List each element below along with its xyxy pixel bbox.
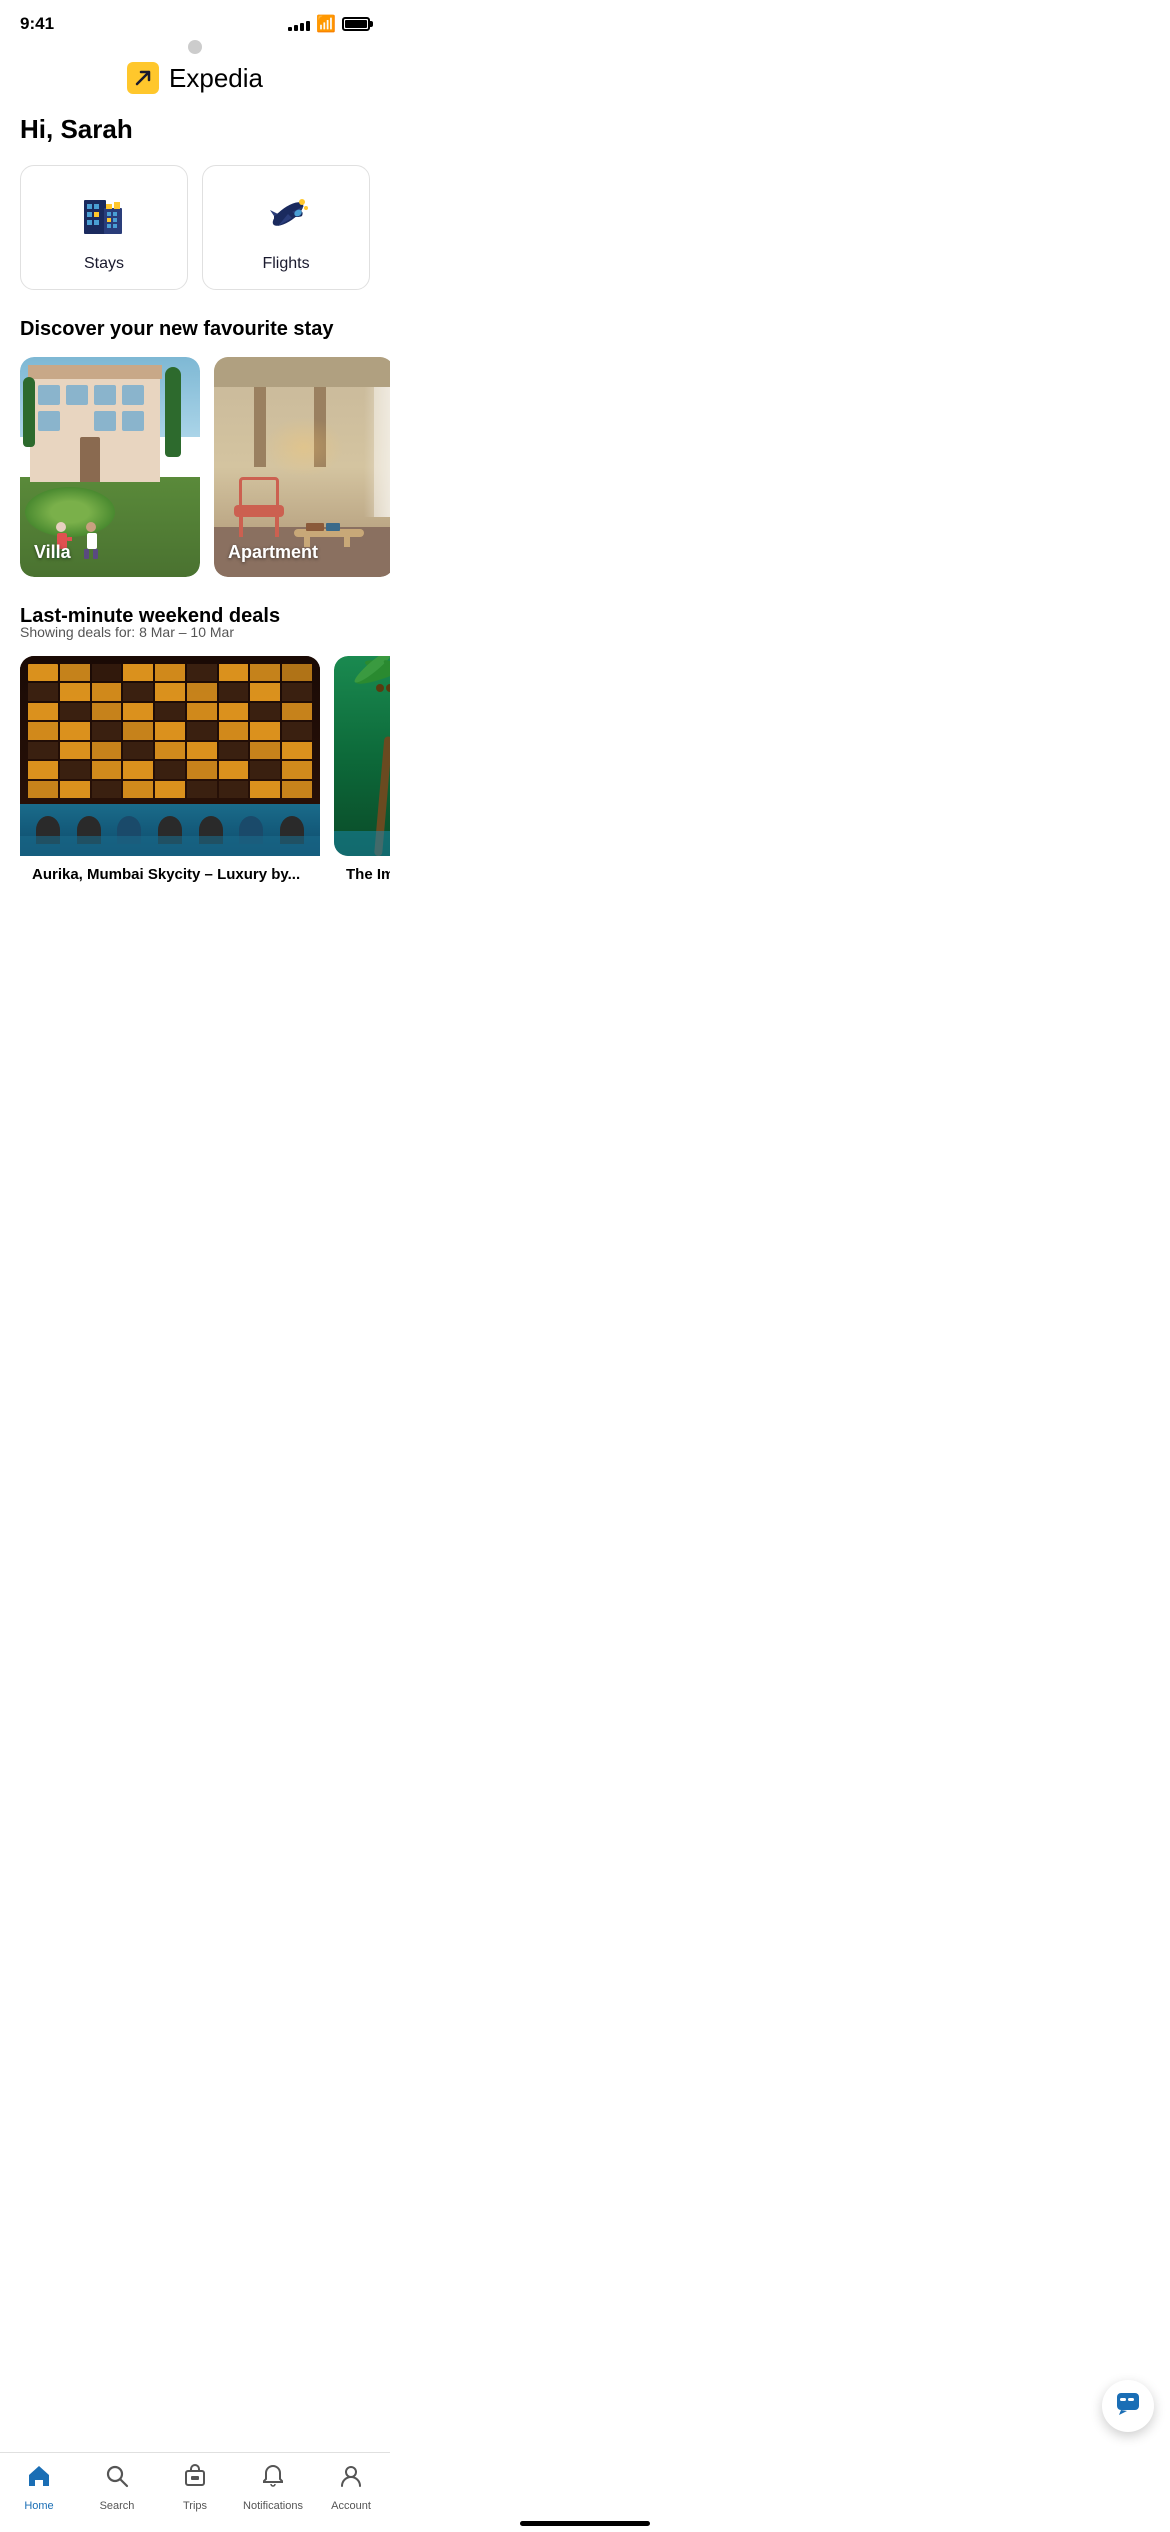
deal-card-aurika[interactable]: Aurika, Mumbai Skycity – Luxury by... xyxy=(20,656,320,887)
bell-icon xyxy=(260,2463,286,2496)
category-grid: Stays xyxy=(0,165,390,318)
battery-icon xyxy=(342,17,370,31)
status-icons: 📶 xyxy=(288,14,370,34)
bottom-nav: Home Search Trips Notifications xyxy=(0,2452,390,2532)
stays-scroll[interactable]: Villa xyxy=(0,357,390,605)
villa-card[interactable]: Villa xyxy=(20,357,200,577)
deal-imr-name: The Imr... xyxy=(334,856,390,887)
nav-search-label: Search xyxy=(100,2500,135,2512)
search-icon xyxy=(104,2463,130,2496)
villa-label: Villa xyxy=(34,542,71,563)
apartment-card[interactable]: Apartment xyxy=(214,357,390,577)
nav-notifications[interactable]: Notifications xyxy=(243,2463,303,2512)
hotel-image xyxy=(20,656,320,856)
camera-notch xyxy=(188,40,202,54)
trips-icon xyxy=(182,2463,208,2496)
nav-home[interactable]: Home xyxy=(9,2463,69,2512)
deal-aurika-name: Aurika, Mumbai Skycity – Luxury by... xyxy=(20,856,320,887)
deals-list: Aurika, Mumbai Skycity – Luxury by... xyxy=(0,656,390,907)
app-header: Expedia xyxy=(0,58,390,106)
status-time: 9:41 xyxy=(20,14,54,34)
stays-card[interactable]: Stays xyxy=(20,165,188,290)
wifi-icon: 📶 xyxy=(316,14,336,34)
home-icon xyxy=(26,2463,52,2496)
signal-icon xyxy=(288,17,310,31)
flights-label: Flights xyxy=(262,255,309,273)
app-name: Expedia xyxy=(169,63,263,94)
apartment-label: Apartment xyxy=(228,542,318,563)
nav-account-label: Account xyxy=(331,2500,371,2512)
deals-scroll[interactable]: Aurika, Mumbai Skycity – Luxury by... xyxy=(0,656,390,907)
home-indicator xyxy=(520,2521,650,2526)
person-icon xyxy=(338,2463,364,2496)
stays-label: Stays xyxy=(84,255,124,273)
nav-trips-label: Trips xyxy=(183,2500,207,2512)
discover-section-title: Discover your new favourite stay xyxy=(0,318,390,357)
deal-card-imr[interactable]: The Imr... xyxy=(334,656,390,887)
stays-icon xyxy=(78,188,130,245)
flights-card[interactable]: Flights xyxy=(202,165,370,290)
chat-fab[interactable] xyxy=(1102,2380,1154,2432)
greeting-text: Hi, Sarah xyxy=(0,106,390,165)
stays-list: Villa xyxy=(0,357,390,605)
nav-notifications-label: Notifications xyxy=(243,2500,303,2512)
chat-icon xyxy=(1115,2391,1141,2422)
expedia-logo xyxy=(127,62,159,94)
nav-search[interactable]: Search xyxy=(87,2463,147,2512)
nav-trips[interactable]: Trips xyxy=(165,2463,225,2512)
flights-icon xyxy=(260,188,312,245)
deals-subtitle: Showing deals for: 8 Mar – 10 Mar xyxy=(0,624,390,656)
nav-home-label: Home xyxy=(24,2500,53,2512)
nav-account[interactable]: Account xyxy=(321,2463,381,2512)
status-bar: 9:41 📶 xyxy=(0,0,390,40)
